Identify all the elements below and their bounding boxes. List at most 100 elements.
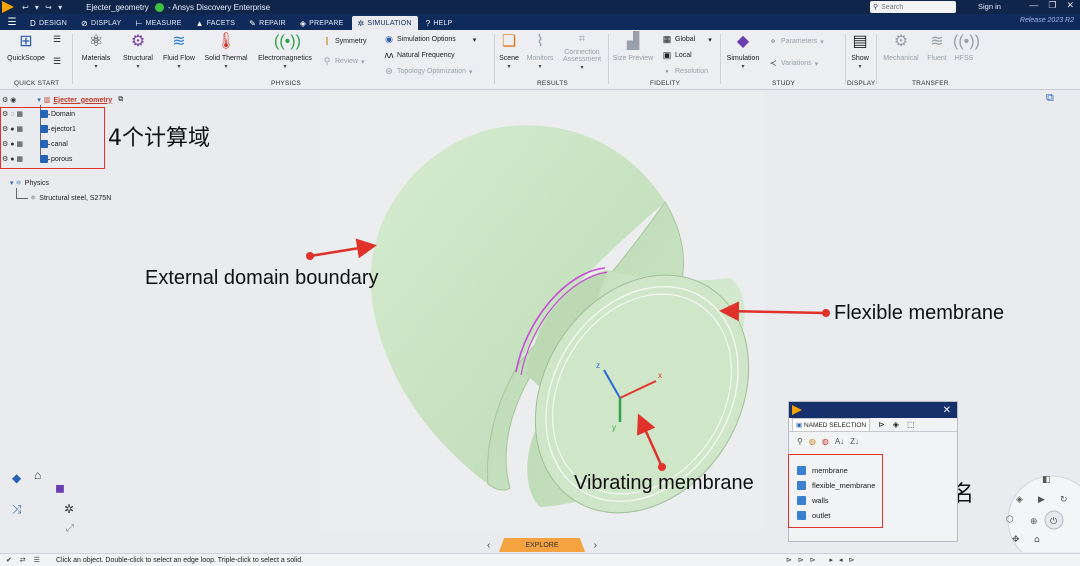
view-options-icon[interactable]: ⧉ bbox=[1046, 92, 1054, 105]
tab-simulation[interactable]: ✲ Simulation bbox=[351, 16, 418, 30]
minimize-icon[interactable]: — bbox=[1029, 0, 1038, 11]
connection-assessment-button[interactable]: ⌗ Connection Assessment ▾ bbox=[558, 32, 606, 71]
named-selection-icon: ▣ bbox=[796, 422, 803, 429]
tab-label: Design bbox=[38, 19, 68, 27]
parameters-icon: ⚬ bbox=[769, 36, 777, 46]
tab-named-selection[interactable]: ▣ Named Selection bbox=[792, 418, 871, 431]
help-tab-icon: ? bbox=[425, 18, 431, 28]
symmetry-button[interactable]: ⫿ Symmetry bbox=[322, 36, 367, 47]
show-button[interactable]: ▤ Show ▾ bbox=[848, 32, 872, 70]
tree-item-physics[interactable]: ▾ ⚛ Physics bbox=[10, 179, 49, 188]
fit-view-icon[interactable]: ⤢ bbox=[66, 523, 74, 534]
thermometer-icon: 🌡 bbox=[215, 33, 237, 50]
tree-item-label: Structural steel, S275N bbox=[39, 194, 112, 202]
tab-help[interactable]: ? Help bbox=[420, 16, 459, 30]
stack-icon-top[interactable]: ☰ bbox=[52, 34, 62, 45]
selection-tab-icon[interactable]: ⬚ bbox=[907, 420, 915, 429]
sort-ascending-icon[interactable]: A↓ bbox=[835, 437, 844, 446]
tab-display[interactable]: ⊘ Display bbox=[75, 16, 127, 30]
chevron-left-icon[interactable]: ‹ bbox=[487, 540, 490, 551]
triad-view-icon[interactable]: ⤨ bbox=[12, 502, 22, 517]
symmetry-icon: ⫿ bbox=[325, 36, 329, 46]
tab-repair[interactable]: ✎ Repair bbox=[243, 16, 292, 30]
global-button[interactable]: ▦ Global ▾ bbox=[662, 34, 712, 45]
restore-icon[interactable]: ❐ bbox=[1048, 0, 1056, 11]
quick-access-toolbar[interactable]: ↩ ▾ ↪ ▾ bbox=[22, 3, 64, 12]
close-icon[interactable]: ✕ bbox=[943, 405, 951, 416]
pin-icon[interactable]: ⧉ bbox=[118, 96, 123, 104]
tab-design[interactable]: D Design bbox=[24, 16, 73, 30]
parameters-label: Parameters bbox=[781, 38, 818, 45]
tab-label: Measure bbox=[145, 19, 182, 27]
group-separator bbox=[845, 34, 846, 84]
fluent-button[interactable]: ≋ Fluent bbox=[924, 32, 950, 62]
annotation-external-boundary: External domain boundary bbox=[145, 267, 379, 289]
display-cube-icon[interactable]: ◼ bbox=[55, 481, 65, 495]
size-preview-button[interactable]: ▟ Size Preview bbox=[610, 32, 656, 62]
natural-frequency-button[interactable]: ᴧᴧ Natural Frequency bbox=[384, 50, 455, 60]
navigation-wheel[interactable]: ⏻ ◧ ↻ ▶ ◈ ⬡ ⊕ ⌂ ✥ bbox=[994, 462, 1080, 552]
expand-arrow-icon[interactable]: ▾ bbox=[37, 96, 41, 104]
quickscope-button[interactable]: ⊞ QuickScope bbox=[4, 32, 48, 62]
chevron-right-icon[interactable]: › bbox=[594, 540, 597, 551]
simulation-button[interactable]: ◆ Simulation ▾ bbox=[722, 32, 764, 70]
solid-thermal-button[interactable]: 🌡 Solid Thermal ▾ bbox=[202, 32, 250, 70]
simulation-options-button[interactable]: ◉ Simulation Options ▾ bbox=[384, 34, 476, 45]
visibility-toggle[interactable]: ⚙ ◉ bbox=[2, 96, 16, 104]
fluid-flow-button[interactable]: ≋ Fluid Flow ▾ bbox=[158, 32, 200, 70]
electromagnetics-button[interactable]: ((•)) Electromagnetics ▾ bbox=[254, 32, 316, 70]
local-button[interactable]: ▣ Local bbox=[662, 50, 692, 61]
review-icon: ⚲ bbox=[323, 56, 331, 66]
discovery-logo-icon[interactable] bbox=[2, 1, 14, 13]
layers-icon: ☰ bbox=[52, 56, 62, 66]
tab-measure[interactable]: ⊢ Measure bbox=[129, 16, 187, 30]
explore-tab[interactable]: Explore bbox=[499, 538, 585, 552]
variations-label: Variations bbox=[781, 60, 812, 67]
tree-root-label[interactable]: Ejecter_geometry bbox=[53, 97, 112, 104]
search-input[interactable]: ⚲ Search bbox=[870, 1, 956, 13]
tree-root-row[interactable]: ⚙ ◉ ▾ ▥ Ejecter_geometry ⧉ bbox=[2, 96, 123, 104]
replace-icon[interactable]: ◍ bbox=[809, 437, 816, 446]
topology-optimization-button[interactable]: ⊛ Topology Optimization ▾ bbox=[384, 66, 472, 77]
stack-icon-bottom[interactable]: ☰ bbox=[52, 56, 62, 67]
expand-arrow-icon[interactable]: ▾ bbox=[10, 179, 14, 187]
group-transfer: Transfer bbox=[912, 80, 949, 87]
status-right-icons[interactable]: ⊳⊳⊳ ▸◂⊳ bbox=[786, 556, 860, 564]
group-fidelity: Fidelity bbox=[650, 80, 681, 87]
mechanical-button[interactable]: ⚙ Mechanical bbox=[880, 32, 922, 62]
fluid-flow-icon: ≋ bbox=[172, 33, 186, 50]
panel-tabs: ▣ Named Selection ⊳ ◈ ⬚ bbox=[789, 418, 957, 432]
parameters-button[interactable]: ⚬ Parameters ▾ bbox=[768, 36, 823, 47]
resolution-button[interactable]: ▪ Resolution bbox=[662, 66, 708, 76]
delete-icon[interactable]: ◍ bbox=[822, 437, 829, 446]
house-view-icon[interactable]: ⌂ bbox=[34, 468, 41, 482]
simulation-options-icon: ◉ bbox=[385, 34, 393, 44]
tab-prepare[interactable]: ◈ Prepare bbox=[294, 16, 350, 30]
variations-button[interactable]: ≺ Variations ▾ bbox=[768, 58, 818, 69]
tree-item-material[interactable]: ⚛ Structural steel, S275N bbox=[30, 194, 112, 203]
close-icon[interactable]: ✕ bbox=[1066, 0, 1074, 11]
sign-in-link[interactable]: Sign in bbox=[978, 2, 1001, 11]
spin-view-icon[interactable]: ✲ bbox=[64, 502, 74, 516]
status-tool-icons[interactable]: ✔ ⇄ ☰ bbox=[6, 556, 56, 564]
pan-view-icon: ✥ bbox=[1012, 535, 1020, 545]
layers-tab-icon[interactable]: ◈ bbox=[893, 420, 899, 429]
review-button[interactable]: ⚲ Review ▾ bbox=[322, 56, 365, 67]
properties-tab-icon[interactable]: ⊳ bbox=[878, 420, 885, 429]
solid-view-icon[interactable]: ◆ bbox=[12, 471, 21, 485]
scene-button[interactable]: ❏ Scene ▾ bbox=[496, 32, 522, 70]
materials-button[interactable]: ⚛ Materials ▾ bbox=[76, 32, 116, 70]
fluid-flow-label: Fluid Flow bbox=[163, 55, 195, 62]
sort-descending-icon[interactable]: Z↓ bbox=[850, 437, 859, 446]
monitors-button[interactable]: ⌇ Monitors ▾ bbox=[524, 32, 556, 70]
create-group-icon[interactable]: ⚲ bbox=[797, 437, 803, 446]
chevron-down-icon: ▾ bbox=[283, 64, 287, 70]
chevron-down-icon: ▾ bbox=[580, 65, 584, 71]
structural-button[interactable]: ⚙ Structural ▾ bbox=[118, 32, 158, 70]
3d-viewport[interactable]: z x y bbox=[320, 92, 765, 529]
tab-facets[interactable]: ▲ Facets bbox=[190, 16, 242, 30]
hamburger-menu-icon[interactable]: ☰ bbox=[0, 17, 24, 28]
hfss-button[interactable]: ((•)) HFSS bbox=[952, 32, 980, 62]
prepare-tab-icon: ◈ bbox=[299, 18, 307, 28]
ribbon-toolbar: ⊞ QuickScope ☰ ☰ Quick Start ⚛ Materials… bbox=[0, 30, 1080, 90]
